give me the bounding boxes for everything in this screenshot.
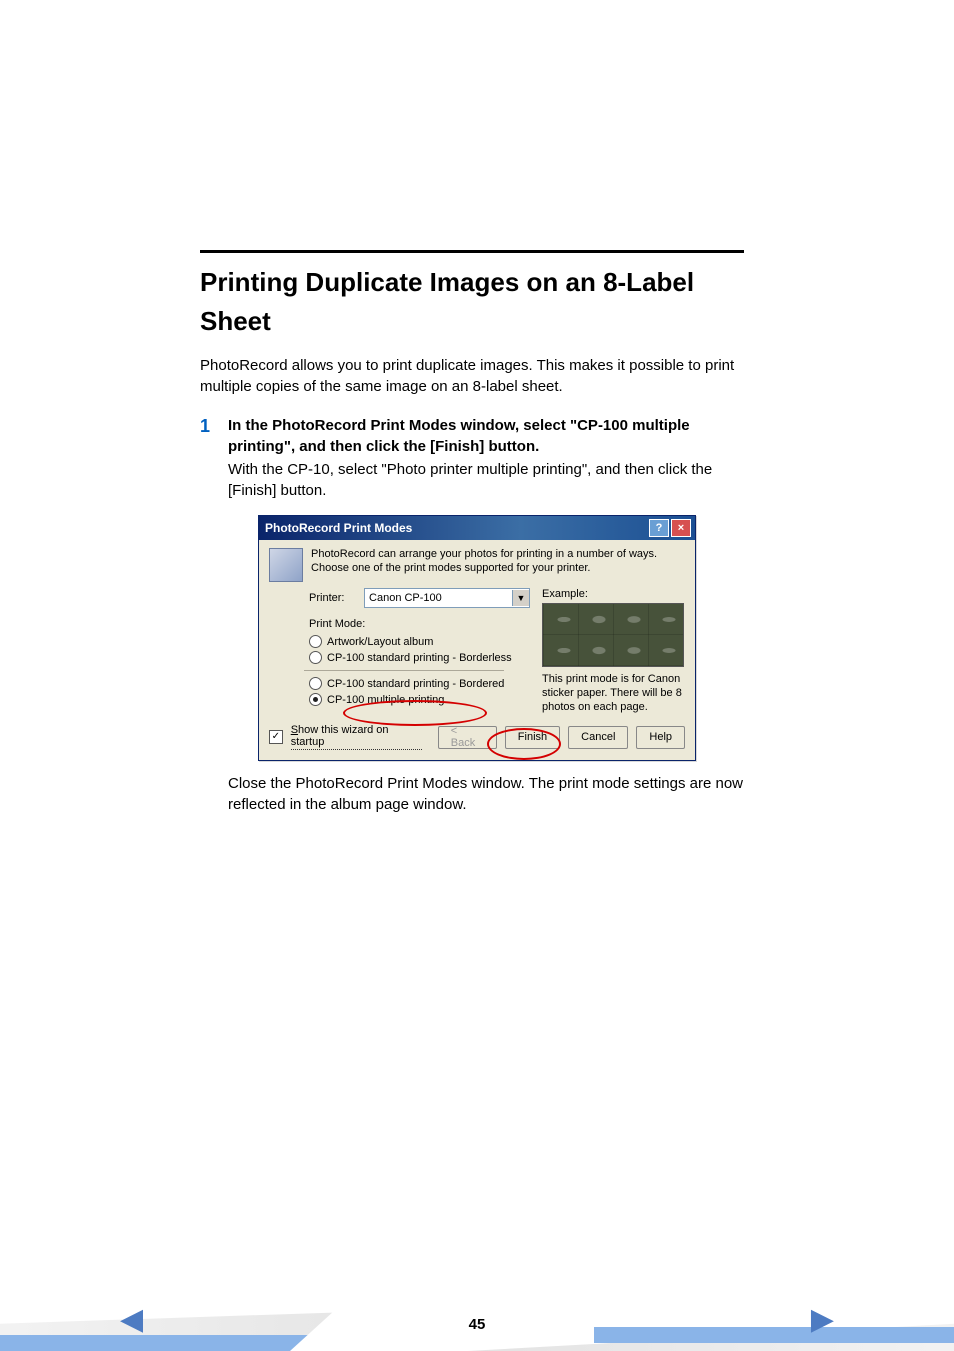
example-preview (542, 603, 684, 667)
divider (304, 670, 504, 671)
radio-icon (309, 677, 322, 690)
radio-label: CP-100 standard printing - Bordered (327, 678, 504, 690)
dialog-titlebar: PhotoRecord Print Modes ? × (259, 516, 695, 540)
section-heading: Printing Duplicate Images on an 8-Label … (200, 263, 744, 341)
intro-text: PhotoRecord allows you to print duplicat… (200, 355, 744, 397)
printer-label: Printer: (309, 592, 354, 604)
step-instruction: In the PhotoRecord Print Modes window, s… (228, 415, 744, 457)
radio-icon (309, 693, 322, 706)
radio-borderless[interactable]: CP-100 standard printing - Borderless (309, 651, 530, 664)
back-button: < Back (438, 726, 497, 749)
show-wizard-checkbox[interactable]: ✓ (269, 730, 283, 744)
page-number: 45 (469, 1316, 486, 1333)
printer-dropdown[interactable]: Canon CP-100 ▼ (364, 588, 530, 608)
radio-label: CP-100 standard printing - Borderless (327, 652, 512, 664)
next-page-arrow[interactable]: ▶ (811, 1302, 834, 1337)
chevron-down-icon: ▼ (512, 590, 529, 606)
wizard-icon (269, 548, 303, 582)
radio-label: CP-100 multiple printing (327, 694, 444, 706)
step-1: 1 In the PhotoRecord Print Modes window,… (200, 415, 744, 815)
help-button[interactable]: Help (636, 726, 685, 749)
step-note: With the CP-10, select "Photo printer mu… (228, 459, 744, 501)
radio-label: Artwork/Layout album (327, 636, 433, 648)
page-footer: 45 ◀ ▶ (0, 1285, 954, 1351)
dialog-title: PhotoRecord Print Modes (265, 521, 412, 535)
finish-button[interactable]: Finish (505, 726, 560, 749)
step-result-text: Close the PhotoRecord Print Modes window… (228, 773, 744, 815)
titlebar-close-button[interactable]: × (671, 519, 691, 537)
example-label: Example: (542, 588, 685, 600)
radio-multiple-printing[interactable]: CP-100 multiple printing (309, 693, 530, 706)
printer-value: Canon CP-100 (369, 592, 442, 604)
example-description: This print mode is for Canon sticker pap… (542, 673, 685, 714)
dialog-description: PhotoRecord can arrange your photos for … (311, 548, 685, 582)
cancel-button[interactable]: Cancel (568, 726, 628, 749)
print-modes-dialog: PhotoRecord Print Modes ? × PhotoRecord … (258, 515, 696, 761)
radio-bordered[interactable]: CP-100 standard printing - Bordered (309, 677, 530, 690)
prev-page-arrow[interactable]: ◀ (120, 1302, 143, 1337)
section-rule (200, 250, 744, 253)
radio-icon (309, 651, 322, 664)
show-wizard-label: Show this wizard on startup (291, 724, 422, 750)
print-mode-label: Print Mode: (309, 618, 530, 630)
titlebar-help-button[interactable]: ? (649, 519, 669, 537)
step-number: 1 (200, 416, 210, 815)
radio-icon (309, 635, 322, 648)
radio-artwork-layout[interactable]: Artwork/Layout album (309, 635, 530, 648)
